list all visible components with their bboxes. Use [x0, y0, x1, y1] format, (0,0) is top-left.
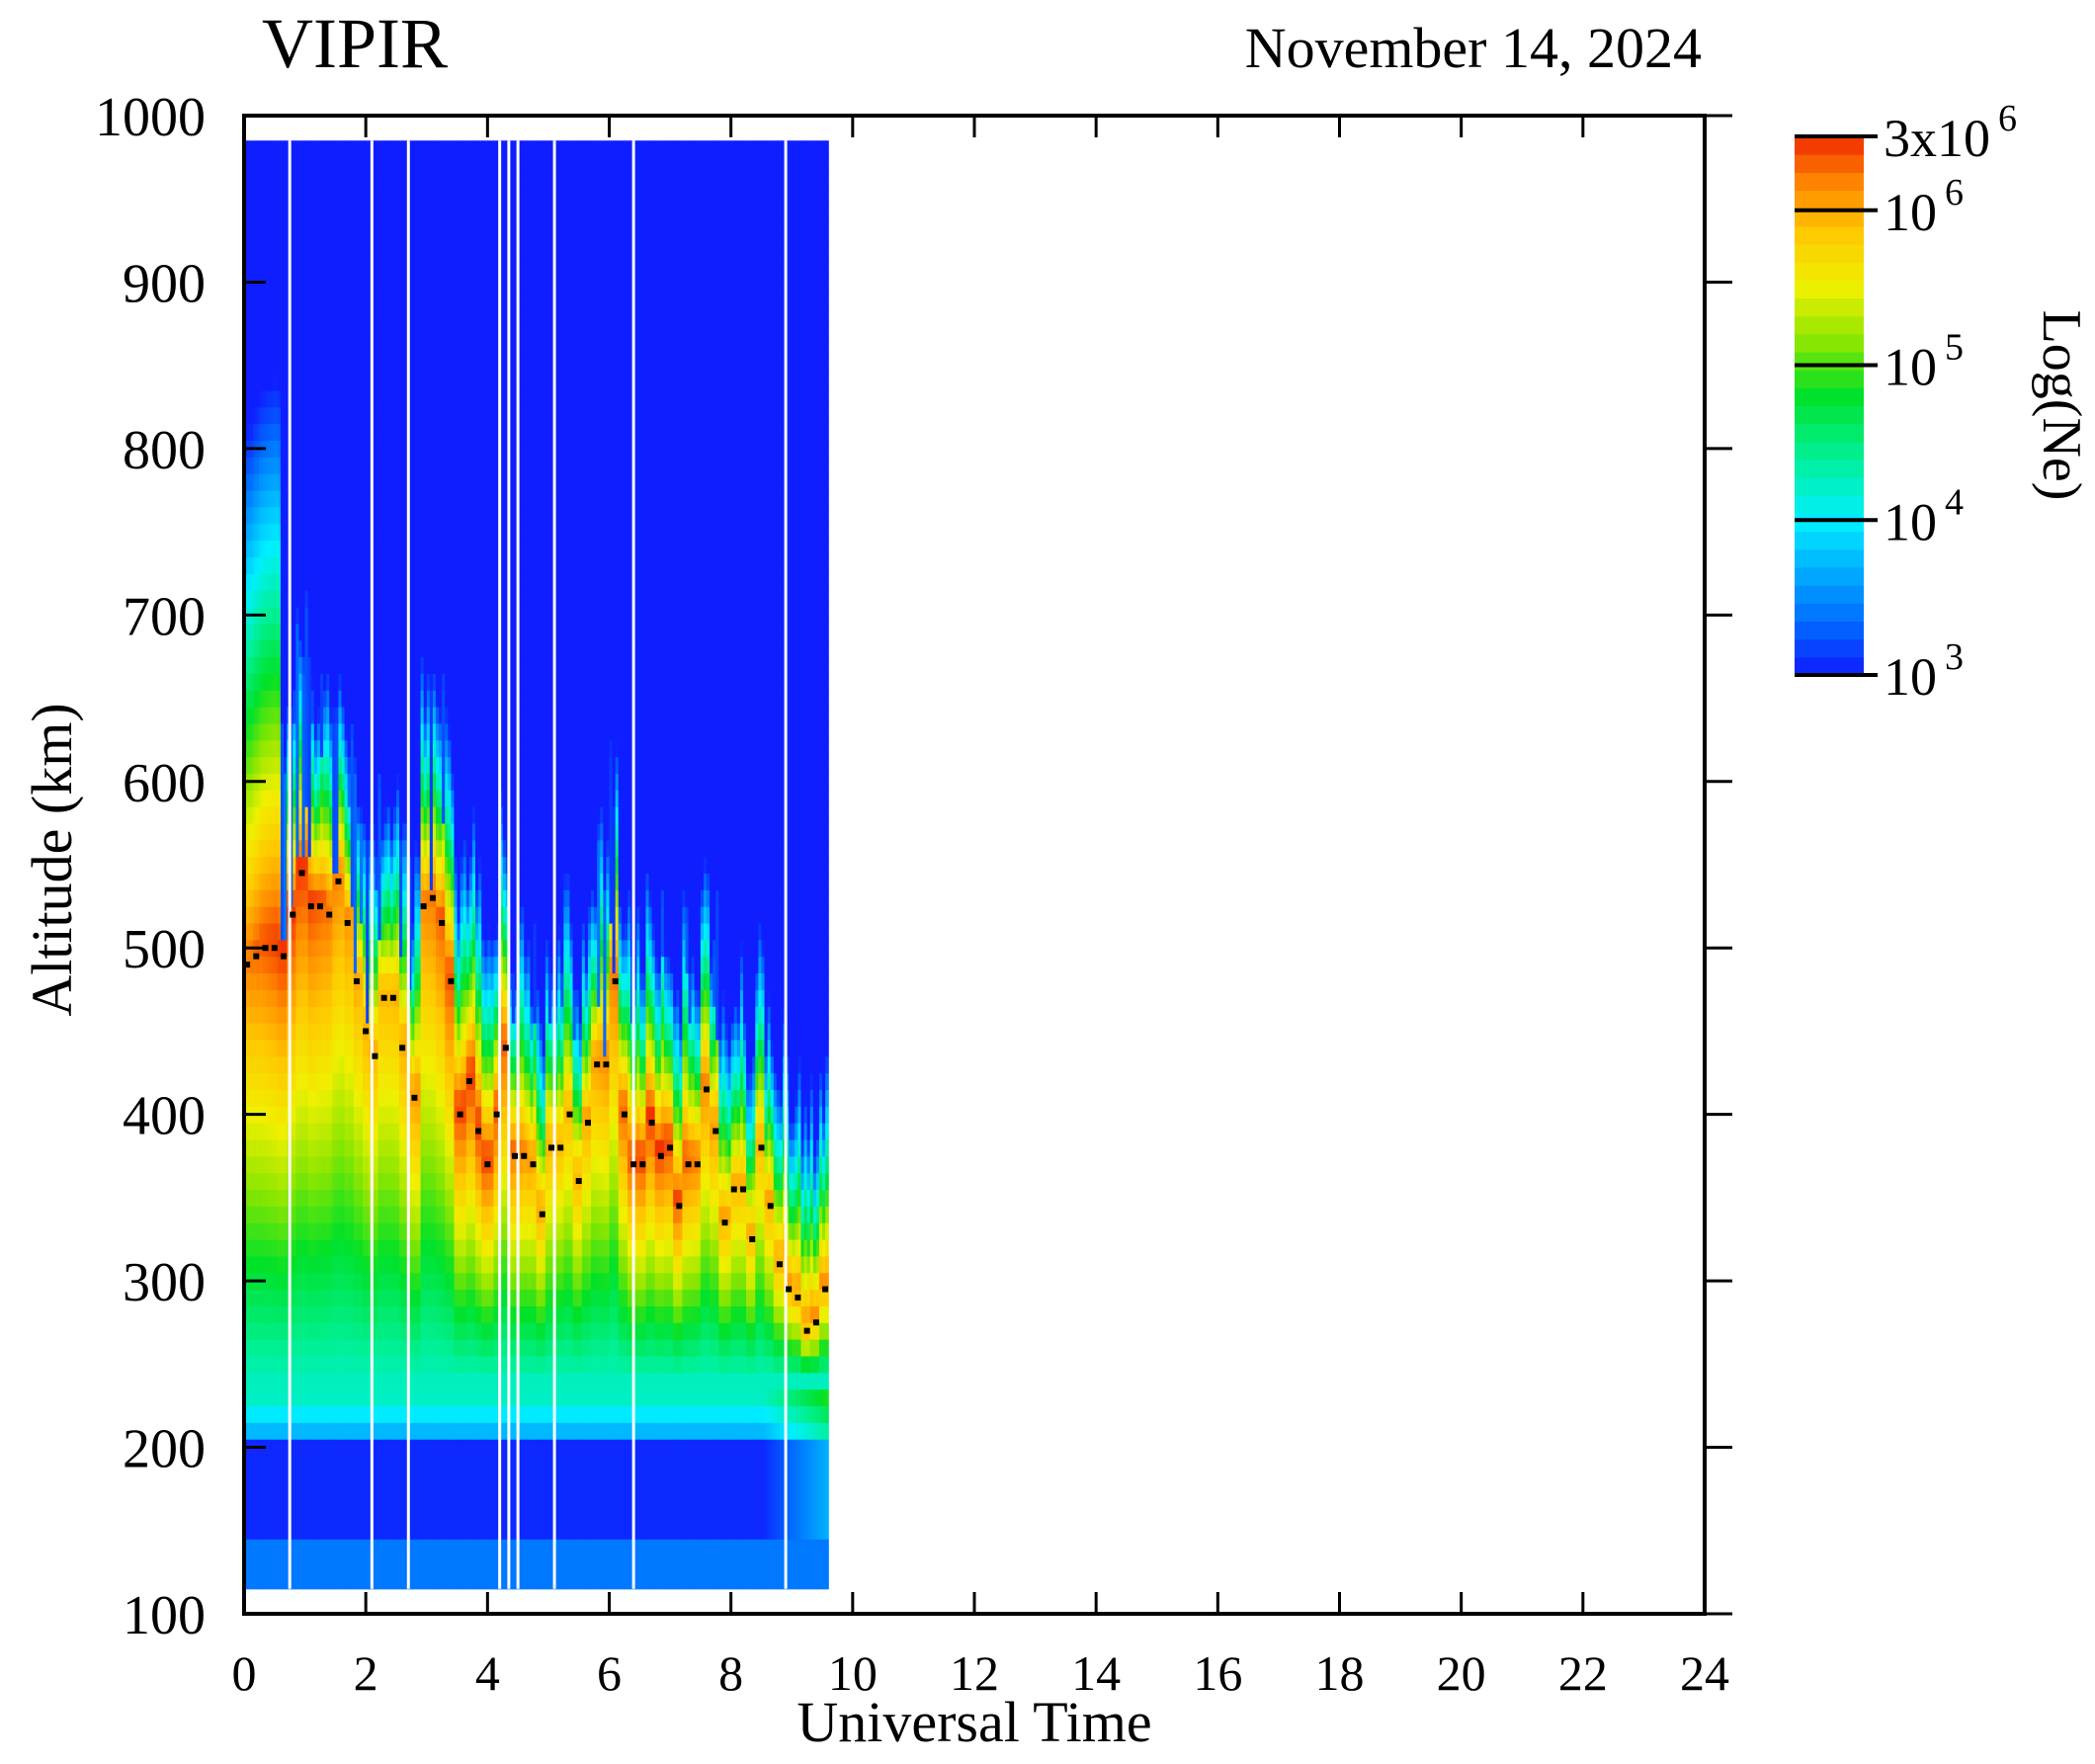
density-heatmap: [244, 140, 829, 1590]
vipir-chart: 0 2 4 6 8 10 12 14 16 18 20 22 241002003004005006007…: [20, 4, 2092, 1754]
